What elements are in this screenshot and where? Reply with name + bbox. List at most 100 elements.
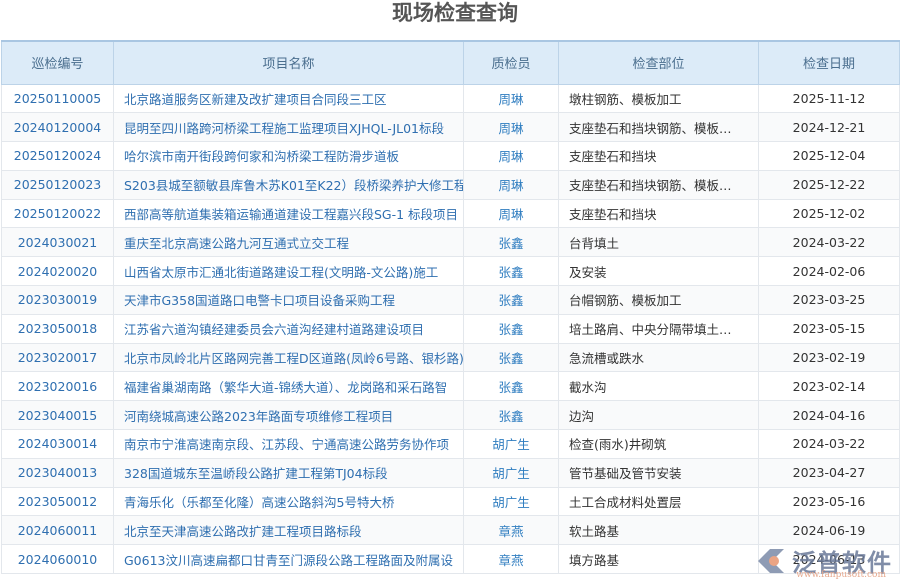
cell-inspection-part: 土工合成材料处置层 — [559, 487, 759, 516]
cell-inspector[interactable]: 张鑫 — [464, 314, 559, 343]
cell-inspection-part: 截水沟 — [559, 372, 759, 401]
table-row[interactable]: 20250120022西部高等航道集装箱运输通道建设工程嘉兴段SG-1 标段项目… — [2, 199, 900, 228]
cell-inspector[interactable]: 张鑫 — [464, 401, 559, 430]
column-header-inspector[interactable]: 质检员 — [464, 41, 559, 84]
cell-inspection-part: 填方路基 — [559, 545, 759, 574]
cell-project-name[interactable]: 328国道城东至温峤段公路扩建工程第TJ04标段 — [114, 458, 464, 487]
table-row[interactable]: 2023040013328国道城东至温峤段公路扩建工程第TJ04标段胡广生管节基… — [2, 458, 900, 487]
cell-inspection-part: 培土路肩、中央分隔带填土… — [559, 314, 759, 343]
cell-inspection-no[interactable]: 2023050012 — [2, 487, 114, 516]
cell-inspection-date: 2023-02-14 — [759, 372, 900, 401]
cell-inspector[interactable]: 张鑫 — [464, 286, 559, 315]
cell-inspection-part: 及安装 — [559, 257, 759, 286]
cell-project-name[interactable]: 福建省巢湖南路（繁华大道-锦绣大道）、龙岗路和采石路智 — [114, 372, 464, 401]
cell-project-name[interactable]: 西部高等航道集装箱运输通道建设工程嘉兴段SG-1 标段项目 — [114, 199, 464, 228]
cell-inspector[interactable]: 胡广生 — [464, 458, 559, 487]
cell-inspection-part: 台背填土 — [559, 228, 759, 257]
table-row[interactable]: 20250120024哈尔滨市南开街段跨何家和沟桥梁工程防滑步道板周琳支座垫石和… — [2, 142, 900, 171]
cell-inspector[interactable]: 张鑫 — [464, 372, 559, 401]
cell-inspection-no[interactable]: 2024030021 — [2, 228, 114, 257]
column-header-project-name[interactable]: 项目名称 — [114, 41, 464, 84]
cell-inspection-no[interactable]: 20240120004 — [2, 113, 114, 142]
cell-inspection-part: 管节基础及管节安装 — [559, 458, 759, 487]
cell-inspection-date: 2024-03-22 — [759, 430, 900, 459]
table-row[interactable]: 2023020017北京市凤岭北片区路网完善工程D区道路(凤岭6号路、银杉路)张… — [2, 343, 900, 372]
cell-inspection-no[interactable]: 2024030014 — [2, 430, 114, 459]
cell-project-name[interactable]: 江苏省六道沟镇经建委员会六道沟经建村道路建设项目 — [114, 314, 464, 343]
cell-inspection-no[interactable]: 2023030019 — [2, 286, 114, 315]
cell-project-name[interactable]: 北京路道服务区新建及改扩建项目合同段三工区 — [114, 84, 464, 113]
cell-inspection-no[interactable]: 20250120022 — [2, 199, 114, 228]
table-row[interactable]: 2024030014南京市宁淮高速南京段、江苏段、宁通高速公路劳务协作项胡广生检… — [2, 430, 900, 459]
cell-inspection-no[interactable]: 2023050018 — [2, 314, 114, 343]
watermark-url: www.fanpusoft.com — [796, 570, 886, 580]
watermark-logo: 泛普软件 www.fanpusoft.com — [754, 543, 892, 578]
cell-project-name[interactable]: 北京市凤岭北片区路网完善工程D区道路(凤岭6号路、银杉路) — [114, 343, 464, 372]
cell-project-name[interactable]: 河南绕城高速公路2023年路面专项维修工程项目 — [114, 401, 464, 430]
cell-inspection-date: 2023-05-15 — [759, 314, 900, 343]
cell-inspection-date: 2025-12-04 — [759, 142, 900, 171]
cell-project-name[interactable]: 山西省太原市汇通北街道路建设工程(文明路-文公路)施工 — [114, 257, 464, 286]
cell-inspection-date: 2025-11-12 — [759, 84, 900, 113]
cell-project-name[interactable]: 青海乐化（乐都至化隆）高速公路斜沟5号特大桥 — [114, 487, 464, 516]
cell-inspection-no[interactable]: 2023040013 — [2, 458, 114, 487]
cell-inspector[interactable]: 张鑫 — [464, 257, 559, 286]
cell-inspector[interactable]: 章燕 — [464, 545, 559, 574]
cell-project-name[interactable]: 南京市宁淮高速南京段、江苏段、宁通高速公路劳务协作项 — [114, 430, 464, 459]
table-row[interactable]: 20250110005北京路道服务区新建及改扩建项目合同段三工区周琳墩柱钢筋、模… — [2, 84, 900, 113]
cell-inspection-no[interactable]: 2023020016 — [2, 372, 114, 401]
cell-project-name[interactable]: S203县城至额敏县库鲁木苏K01至K22）段桥梁养护大修工程 — [114, 170, 464, 199]
cell-inspection-no[interactable]: 20250120023 — [2, 170, 114, 199]
cell-inspection-date: 2025-12-02 — [759, 199, 900, 228]
cell-inspector[interactable]: 章燕 — [464, 516, 559, 545]
cell-project-name[interactable]: 北京至天津高速公路改扩建工程项目路标段 — [114, 516, 464, 545]
cell-inspection-date: 2023-02-19 — [759, 343, 900, 372]
brand-logo-icon — [754, 546, 788, 576]
table-row[interactable]: 2023050018江苏省六道沟镇经建委员会六道沟经建村道路建设项目张鑫培土路肩… — [2, 314, 900, 343]
cell-project-name[interactable]: 昆明至四川路跨河桥梁工程施工监理项目XJHQL-JL01标段 — [114, 113, 464, 142]
column-header-inspection-no[interactable]: 巡检编号 — [2, 41, 114, 84]
cell-inspection-part: 台帽钢筋、模板加工 — [559, 286, 759, 315]
table-row[interactable]: 20250120023S203县城至额敏县库鲁木苏K01至K22）段桥梁养护大修… — [2, 170, 900, 199]
cell-inspection-part: 支座垫石和挡块钢筋、模板… — [559, 170, 759, 199]
cell-project-name[interactable]: G0613汶川高速扁都口甘青至门源段公路工程路面及附属设 — [114, 545, 464, 574]
table-row[interactable]: 20240120004昆明至四川路跨河桥梁工程施工监理项目XJHQL-JL01标… — [2, 113, 900, 142]
cell-inspector[interactable]: 张鑫 — [464, 343, 559, 372]
cell-project-name[interactable]: 重庆至北京高速公路九河互通式立交工程 — [114, 228, 464, 257]
table-row[interactable]: 2023020016福建省巢湖南路（繁华大道-锦绣大道）、龙岗路和采石路智张鑫截… — [2, 372, 900, 401]
table-row[interactable]: 2024060011北京至天津高速公路改扩建工程项目路标段章燕软土路基2024-… — [2, 516, 900, 545]
cell-inspection-date: 2023-04-27 — [759, 458, 900, 487]
cell-inspector[interactable]: 周琳 — [464, 199, 559, 228]
cell-inspection-no[interactable]: 2024060010 — [2, 545, 114, 574]
cell-inspection-no[interactable]: 20250120024 — [2, 142, 114, 171]
cell-inspection-part: 急流槽或跌水 — [559, 343, 759, 372]
cell-project-name[interactable]: 哈尔滨市南开街段跨何家和沟桥梁工程防滑步道板 — [114, 142, 464, 171]
table-row[interactable]: 2023040015河南绕城高速公路2023年路面专项维修工程项目张鑫边沟202… — [2, 401, 900, 430]
cell-inspection-no[interactable]: 20250110005 — [2, 84, 114, 113]
cell-project-name[interactable]: 天津市G358国道路口电警卡口项目设备采购工程 — [114, 286, 464, 315]
table-row[interactable]: 2023030019天津市G358国道路口电警卡口项目设备采购工程张鑫台帽钢筋、… — [2, 286, 900, 315]
column-header-inspection-date[interactable]: 检查日期 — [759, 41, 900, 84]
cell-inspection-no[interactable]: 2024020020 — [2, 257, 114, 286]
cell-inspector[interactable]: 周琳 — [464, 113, 559, 142]
cell-inspection-date: 2024-06-19 — [759, 516, 900, 545]
cell-inspector[interactable]: 周琳 — [464, 142, 559, 171]
column-header-inspection-part[interactable]: 检查部位 — [559, 41, 759, 84]
cell-inspector[interactable]: 胡广生 — [464, 430, 559, 459]
cell-inspection-date: 2024-03-22 — [759, 228, 900, 257]
table-row[interactable]: 2024030021重庆至北京高速公路九河互通式立交工程张鑫台背填土2024-0… — [2, 228, 900, 257]
cell-inspection-part: 墩柱钢筋、模板加工 — [559, 84, 759, 113]
cell-inspection-date: 2025-12-22 — [759, 170, 900, 199]
cell-inspector[interactable]: 张鑫 — [464, 228, 559, 257]
cell-inspection-no[interactable]: 2023020017 — [2, 343, 114, 372]
table-row[interactable]: 2023050012青海乐化（乐都至化隆）高速公路斜沟5号特大桥胡广生土工合成材… — [2, 487, 900, 516]
page-title: 现场检查查询 — [0, 0, 900, 40]
cell-inspector[interactable]: 周琳 — [464, 84, 559, 113]
cell-inspection-part: 支座垫石和挡块 — [559, 199, 759, 228]
cell-inspection-no[interactable]: 2024060011 — [2, 516, 114, 545]
table-header-row: 巡检编号 项目名称 质检员 检查部位 检查日期 — [2, 41, 900, 84]
cell-inspector[interactable]: 周琳 — [464, 170, 559, 199]
cell-inspector[interactable]: 胡广生 — [464, 487, 559, 516]
cell-inspection-no[interactable]: 2023040015 — [2, 401, 114, 430]
table-row[interactable]: 2024020020山西省太原市汇通北街道路建设工程(文明路-文公路)施工张鑫及… — [2, 257, 900, 286]
